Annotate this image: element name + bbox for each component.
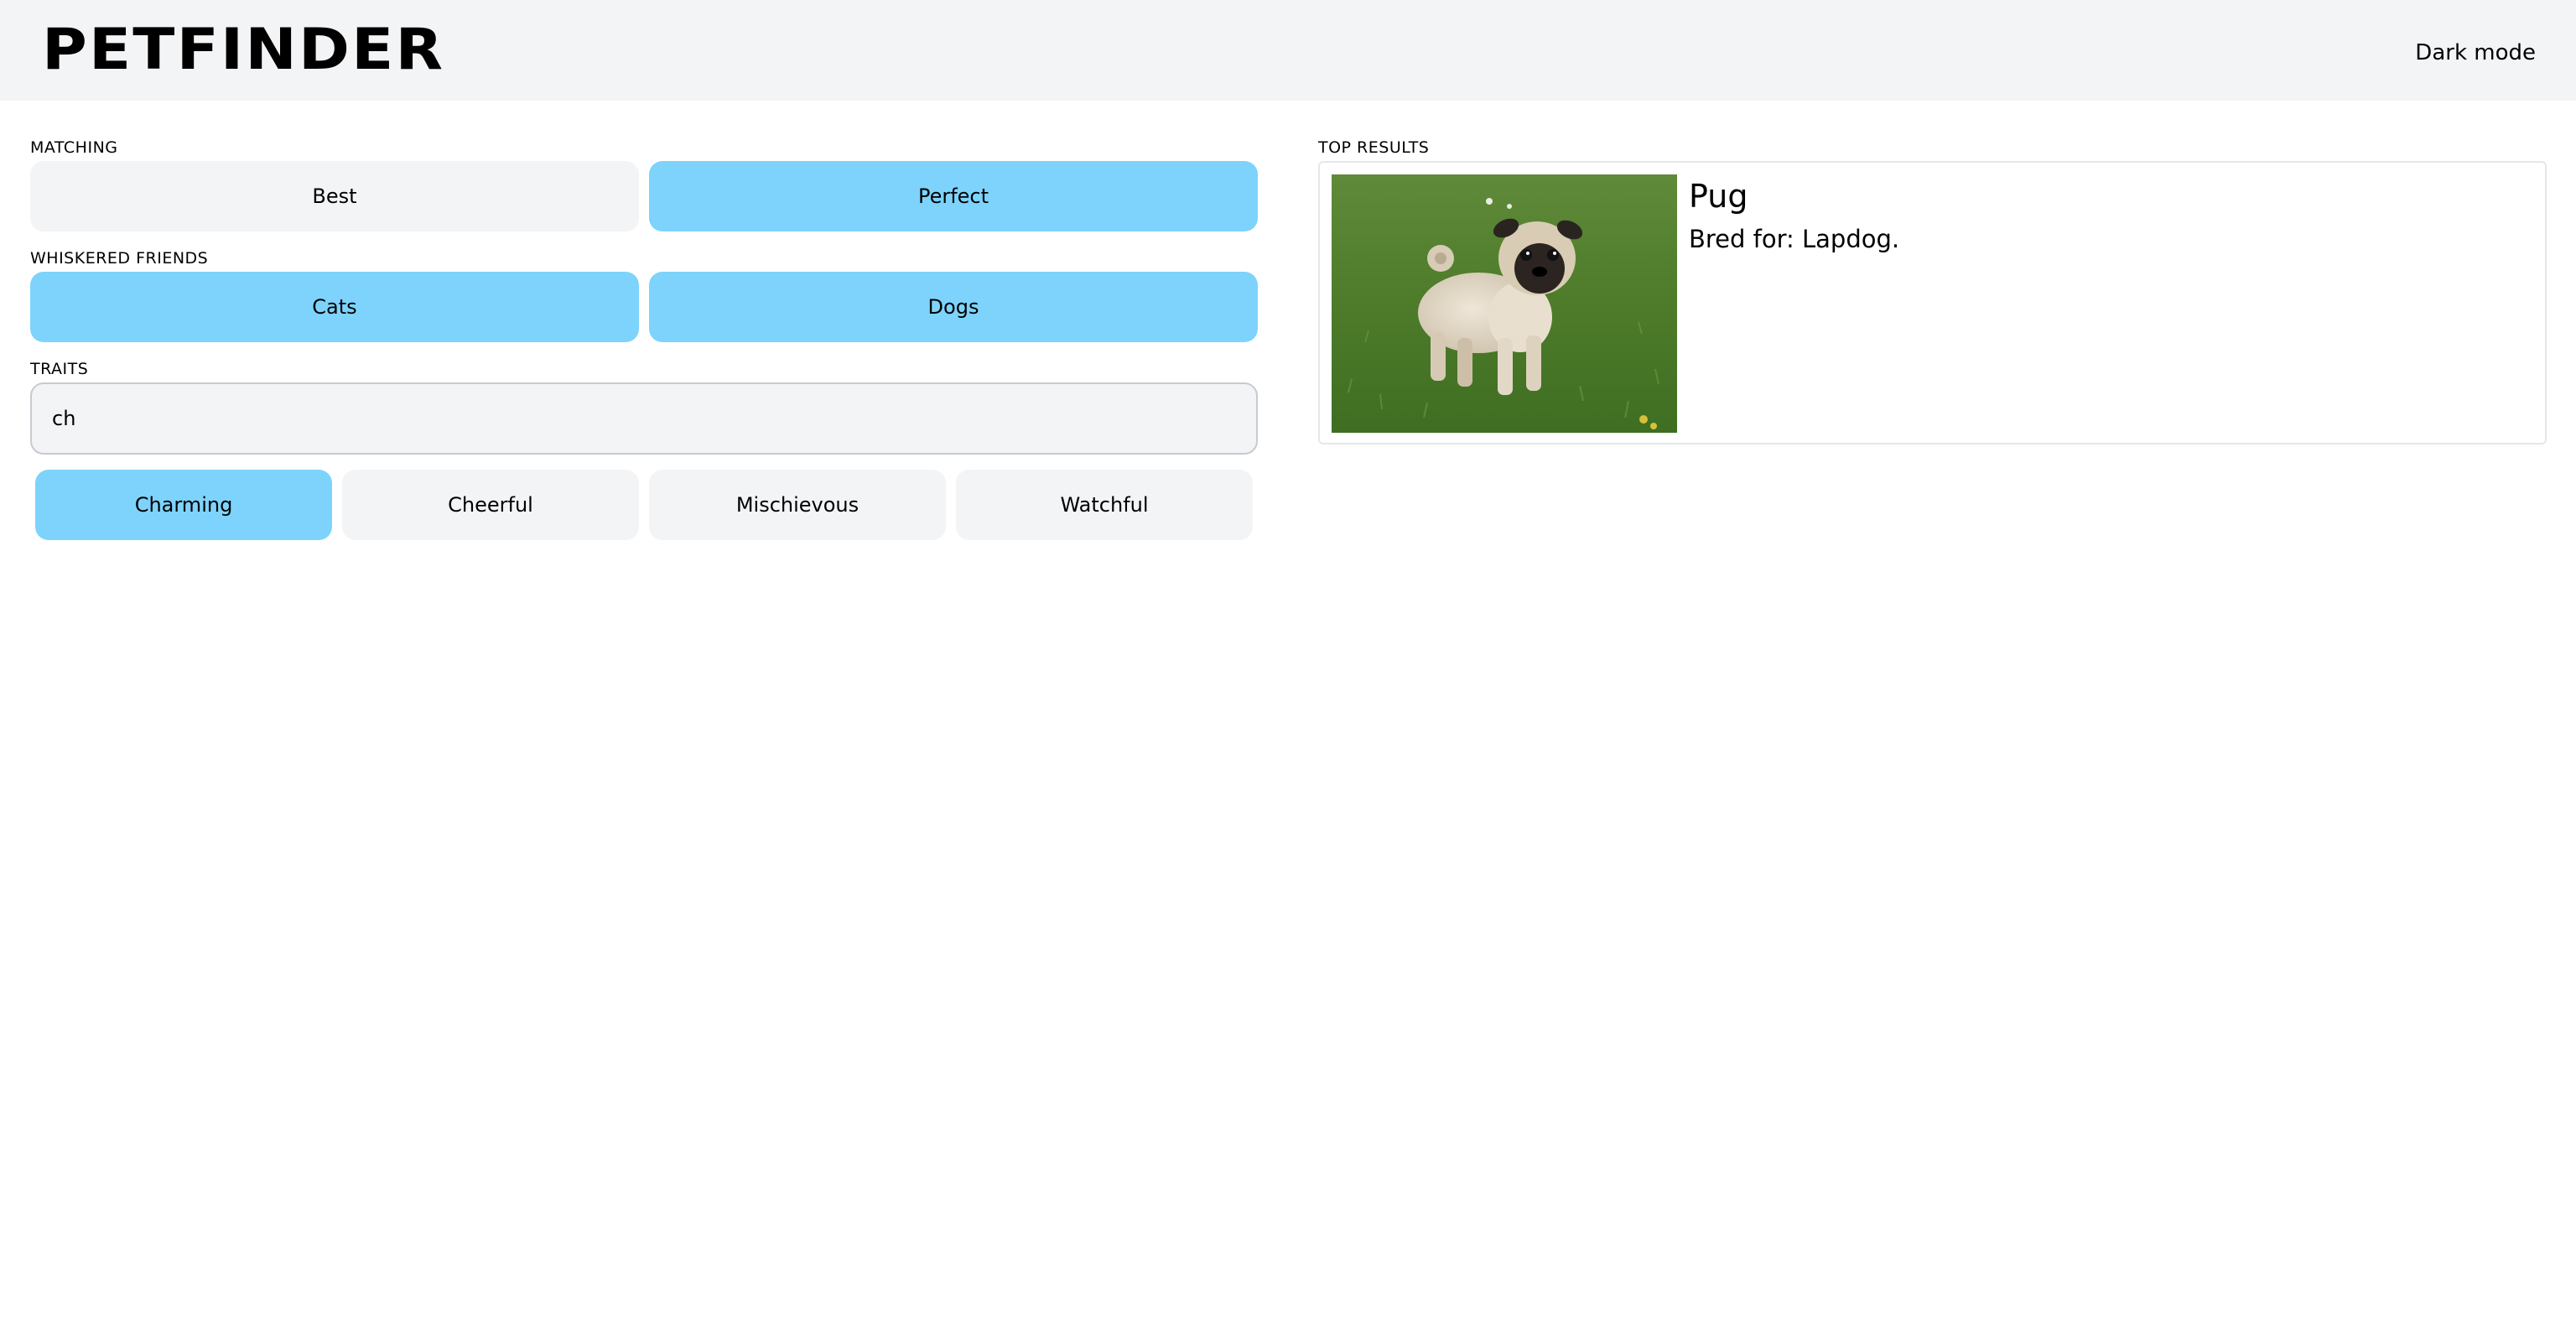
trait-charming-button[interactable]: Charming: [35, 470, 332, 540]
trait-cheerful-button[interactable]: Cheerful: [342, 470, 639, 540]
dogs-button[interactable]: Dogs: [649, 272, 1258, 342]
pet-name: Pug: [1689, 178, 1748, 215]
pug-photo: [1332, 174, 1677, 433]
whiskered-friends-label: WHISKERED FRIENDS: [30, 249, 209, 268]
matching-label: MATCHING: [30, 138, 118, 157]
traits-input[interactable]: [30, 382, 1258, 455]
matching-best-button[interactable]: Best: [30, 161, 639, 231]
result-card[interactable]: Pug Bred for: Lapdog.: [1318, 161, 2547, 445]
top-results-label: TOP RESULTS: [1318, 138, 1430, 157]
cats-button[interactable]: Cats: [30, 272, 639, 342]
matching-perfect-button[interactable]: Perfect: [649, 161, 1258, 231]
petfinder-logo[interactable]: PETFINDER: [42, 17, 444, 84]
trait-watchful-button[interactable]: Watchful: [956, 470, 1253, 540]
dark-mode-toggle[interactable]: Dark mode: [2415, 40, 2536, 65]
trait-mischievous-button[interactable]: Mischievous: [649, 470, 946, 540]
pet-bred-for: Bred for: Lapdog.: [1689, 225, 1900, 253]
traits-label: TRAITS: [30, 360, 89, 378]
app-header: PETFINDER Dark mode: [0, 0, 2576, 101]
